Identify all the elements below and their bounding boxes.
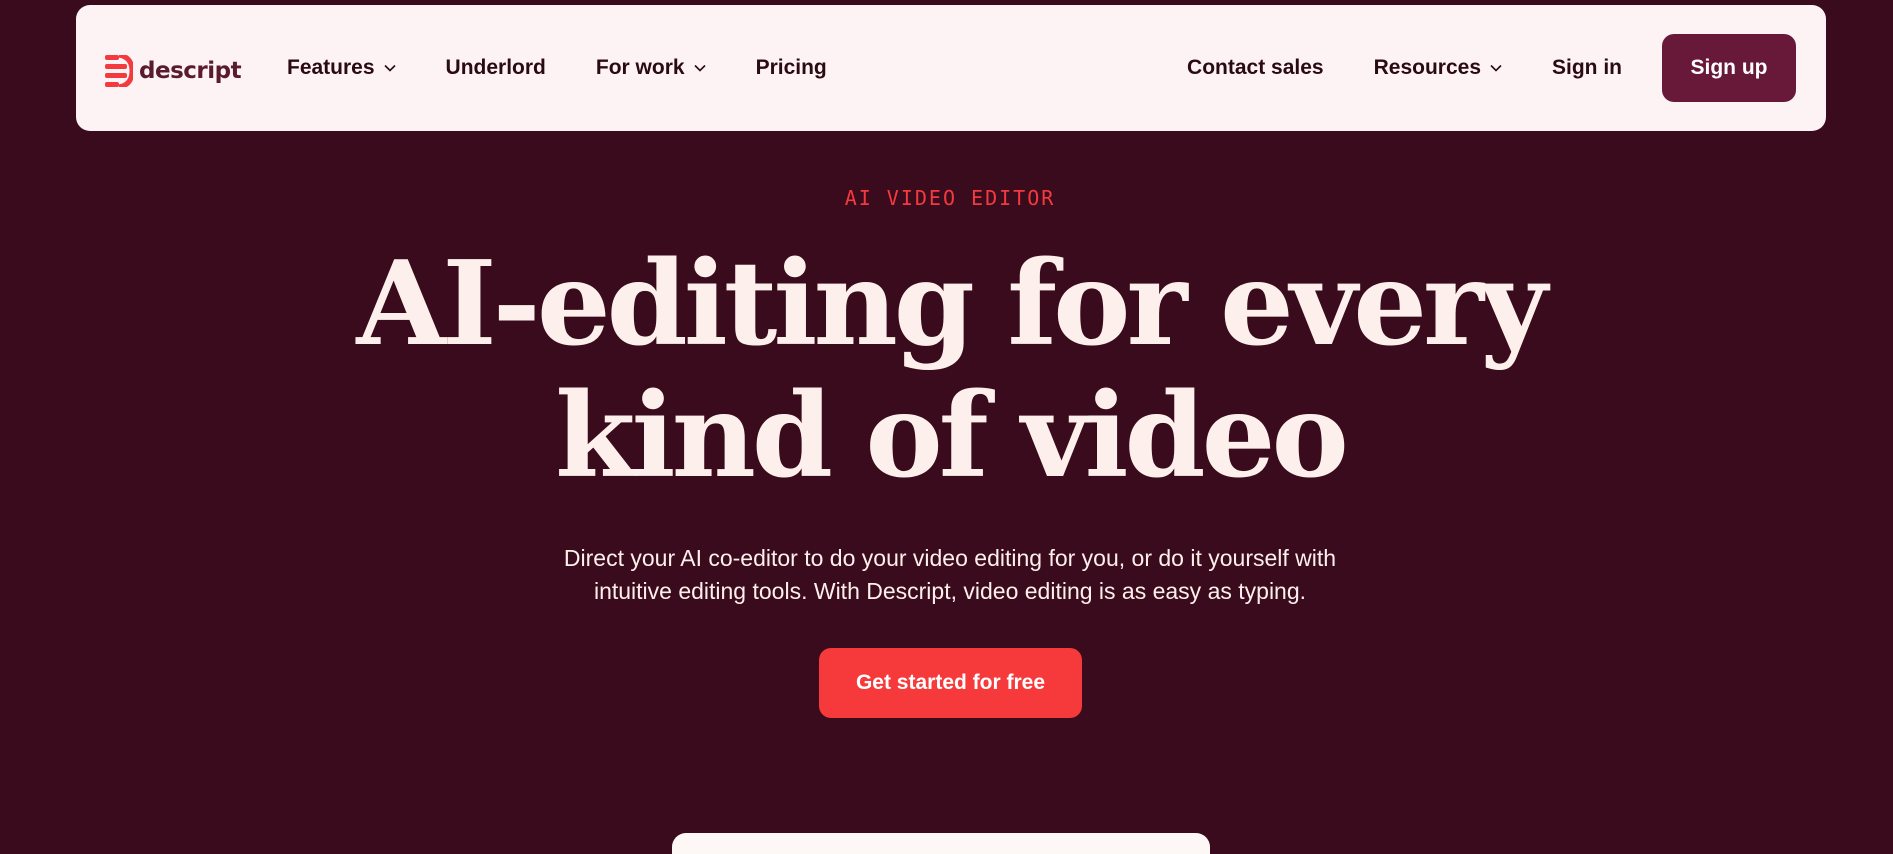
nav-features-label: Features <box>287 56 375 79</box>
nav-for-work-label: For work <box>595 56 685 79</box>
hero-headline: AI-editing for every kind of video <box>0 238 1893 502</box>
secondary-nav: Contact sales Resources Sign in Sign up <box>1137 5 1796 131</box>
product-preview-card <box>672 833 1210 854</box>
brand-name: descript <box>139 58 242 84</box>
nav-contact-sales-label: Contact sales <box>1187 56 1324 79</box>
chevron-down-icon <box>694 64 706 72</box>
nav-resources[interactable]: Resources <box>1374 56 1502 80</box>
chevron-down-icon <box>1490 64 1502 72</box>
get-started-button[interactable]: Get started for free <box>819 648 1082 718</box>
nav-underlord[interactable]: Underlord <box>446 56 546 80</box>
hero-eyebrow: AI VIDEO EDITOR <box>844 186 1056 210</box>
hero-subtext-line2: intuitive editing tools. With Descript, … <box>593 578 1307 604</box>
nav-sign-in[interactable]: Sign in <box>1552 56 1622 80</box>
nav-resources-label: Resources <box>1373 56 1481 79</box>
nav-contact-sales[interactable]: Contact sales <box>1187 56 1324 80</box>
nav-sign-in-label: Sign in <box>1552 56 1622 79</box>
primary-nav: Features Underlord For work Pricing <box>287 5 877 131</box>
hero-headline-line2: kind of video <box>555 368 1349 504</box>
nav-for-work[interactable]: For work <box>596 56 706 80</box>
nav-pricing[interactable]: Pricing <box>756 56 827 80</box>
descript-logo[interactable]: descript <box>105 55 242 87</box>
nav-features[interactable]: Features <box>287 56 396 80</box>
sign-up-button[interactable]: Sign up <box>1662 34 1796 102</box>
nav-underlord-label: Underlord <box>445 56 546 79</box>
hero-subtext: Direct your AI co-editor to do your vide… <box>0 542 1893 608</box>
descript-logo-icon <box>105 55 133 87</box>
top-navigation-bar: descript Features Underlord For work Pri… <box>76 5 1826 131</box>
chevron-down-icon <box>383 64 396 72</box>
hero-headline-line1: AI-editing for every <box>356 236 1547 372</box>
hero-subtext-line1: Direct your AI co-editor to do your vide… <box>563 545 1337 571</box>
nav-pricing-label: Pricing <box>755 56 827 79</box>
page: descript Features Underlord For work Pri… <box>0 0 1893 854</box>
